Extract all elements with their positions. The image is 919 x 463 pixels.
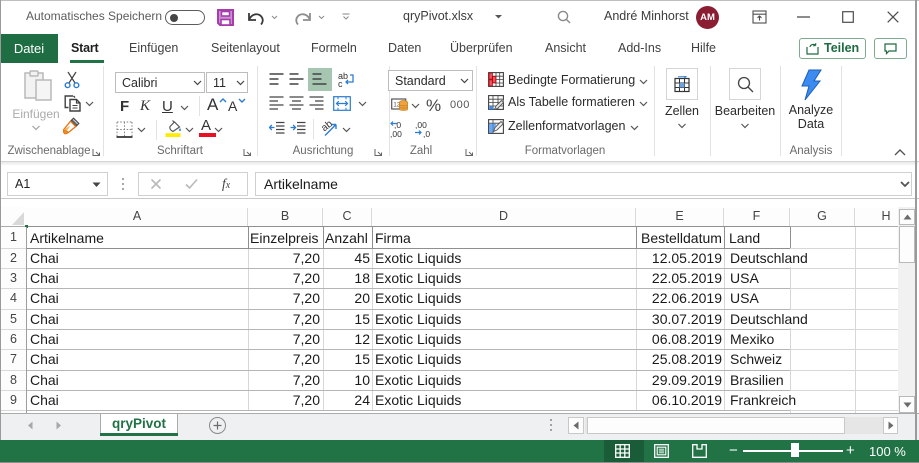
svg-text:c: c [338,79,343,88]
svg-text:,00: ,00 [390,129,402,138]
svg-text:,0: ,0 [423,129,430,138]
